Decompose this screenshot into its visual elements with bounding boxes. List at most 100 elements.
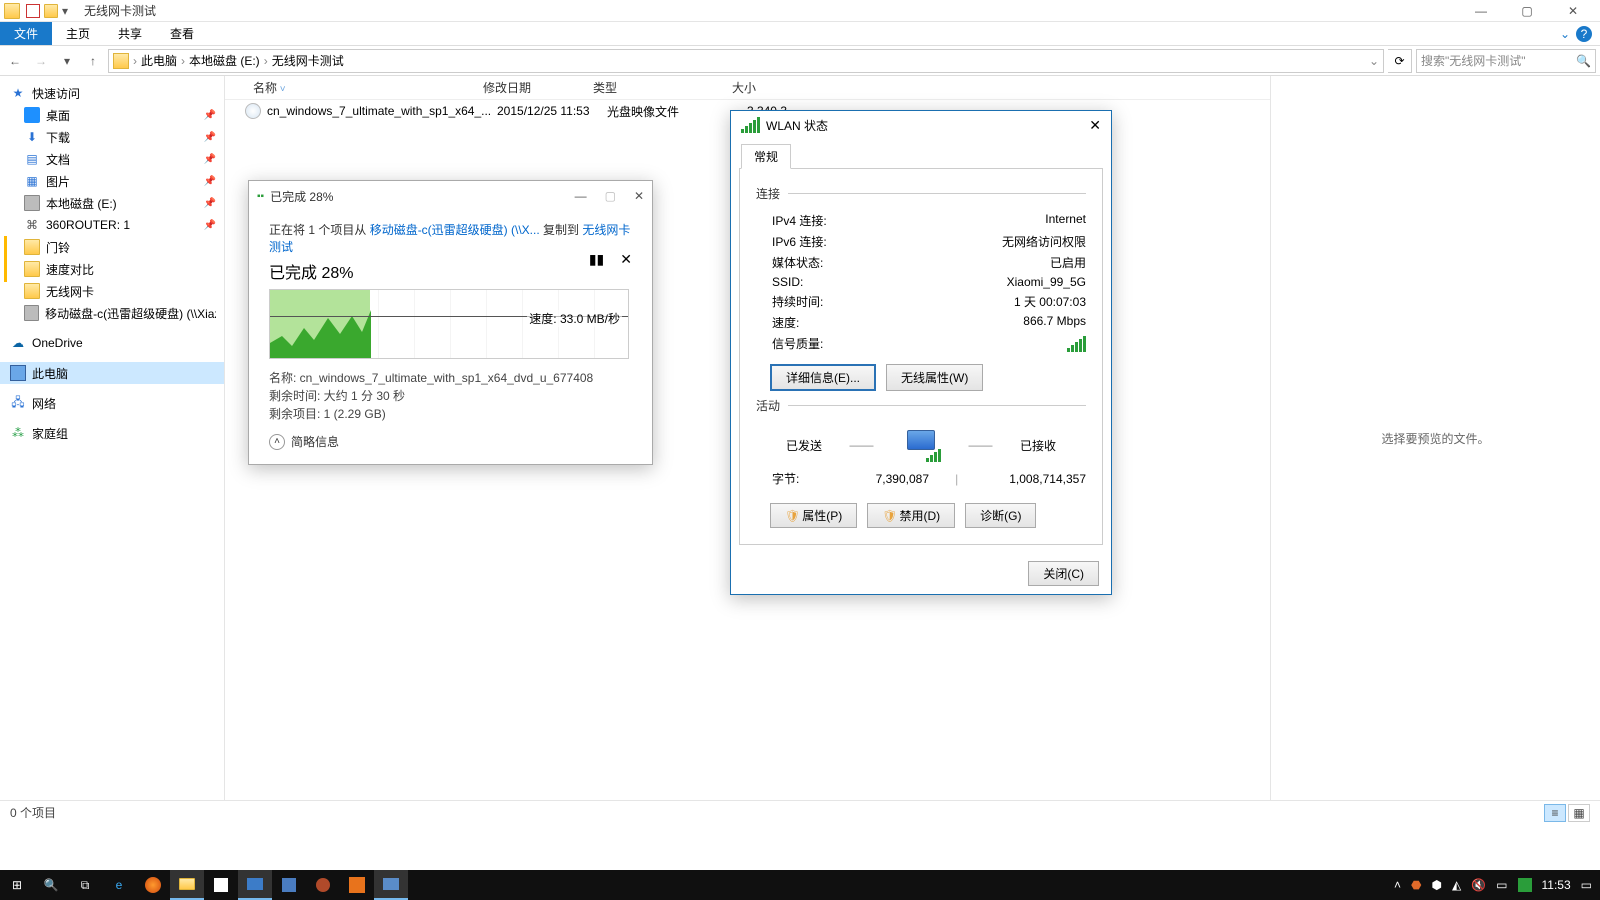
sidebar-this-pc[interactable]: 此电脑	[0, 362, 224, 384]
column-headers[interactable]: 名称 修改日期 类型 大小	[225, 76, 1270, 100]
col-date[interactable]: 修改日期	[475, 79, 585, 96]
taskbar-store[interactable]	[204, 870, 238, 900]
sidebar-item-wlcard[interactable]: 无线网卡	[0, 280, 224, 302]
tab-share[interactable]: 共享	[104, 22, 156, 45]
section-connection: 连接	[756, 185, 780, 202]
sidebar-item-compare[interactable]: 速度对比	[0, 258, 224, 280]
taskbar-edge[interactable]: e	[102, 870, 136, 900]
kv-label: 信号质量:	[772, 335, 823, 352]
sidebar-item-menling[interactable]: 门铃	[0, 236, 224, 258]
help-icon[interactable]: ?	[1576, 26, 1592, 42]
dlg-maximize-button[interactable]: ▢	[605, 189, 616, 203]
copy-icon: ▪▪	[257, 191, 264, 202]
taskbar-app[interactable]	[238, 870, 272, 900]
close-button[interactable]: 关闭(C)	[1028, 561, 1099, 586]
cancel-button[interactable]: ✕	[620, 251, 632, 268]
pause-button[interactable]: ▮▮	[589, 251, 604, 268]
recent-dropdown[interactable]: ▾	[56, 50, 78, 72]
tab-view[interactable]: 查看	[156, 22, 208, 45]
dlg-minimize-button[interactable]: —	[575, 189, 587, 203]
copy-progress-text: 已完成 28%	[269, 259, 632, 283]
tray-wifi-icon[interactable]: ◭	[1452, 878, 1461, 892]
taskbar-app[interactable]	[272, 870, 306, 900]
taskview-button[interactable]: ⧉	[68, 870, 102, 900]
breadcrumb-item[interactable]: 无线网卡测试	[272, 52, 344, 69]
window-titlebar: ▾ 无线网卡测试 — ▢ ✕	[0, 0, 1600, 22]
breadcrumb-item[interactable]: 本地磁盘 (E:)	[189, 52, 260, 69]
tab-file[interactable]: 文件	[0, 22, 52, 45]
sent-label: 已发送	[786, 437, 822, 454]
tray-ime-icon[interactable]: ▭	[1496, 878, 1507, 892]
taskbar-explorer[interactable]	[170, 870, 204, 900]
sidebar-item-router[interactable]: ⌘360ROUTER: 1📌	[0, 214, 224, 236]
tab-home[interactable]: 主页	[52, 22, 104, 45]
wireless-props-button[interactable]: 无线属性(W)	[886, 364, 983, 391]
forward-button[interactable]: →	[30, 50, 52, 72]
start-button[interactable]: ⊞	[0, 870, 34, 900]
search-input[interactable]: 搜索"无线网卡测试" 🔍	[1416, 49, 1596, 73]
speed-label: 速度: 33.0 MB/秒	[527, 310, 622, 327]
col-name[interactable]: 名称	[245, 79, 475, 96]
dash-icon: ——	[968, 438, 992, 452]
dlg-close-button[interactable]: ✕	[1089, 117, 1101, 134]
tray-icon[interactable]: ⬣	[1411, 878, 1421, 892]
qat-item[interactable]	[44, 4, 58, 18]
dlg-close-button[interactable]: ✕	[634, 189, 644, 203]
col-size[interactable]: 大小	[685, 79, 765, 96]
diagnose-button[interactable]: 诊断(G)	[965, 503, 1036, 528]
dash-icon: ——	[850, 438, 874, 452]
sidebar-item-local-e[interactable]: 本地磁盘 (E:)📌	[0, 192, 224, 214]
taskbar-firefox[interactable]	[136, 870, 170, 900]
sidebar-item-label: 下载	[46, 129, 70, 146]
sidebar-item-downloads[interactable]: ⬇下载📌	[0, 126, 224, 148]
sidebar-homegroup[interactable]: ⁂家庭组	[0, 422, 224, 444]
maximize-button[interactable]: ▢	[1504, 0, 1550, 22]
copy-src-link[interactable]: 移动磁盘-c(迅雷超级硬盘) (\\X...	[370, 223, 540, 237]
sidebar-item-label: OneDrive	[32, 336, 83, 350]
breadcrumb-item[interactable]: 此电脑	[141, 52, 177, 69]
activity-icon	[901, 428, 941, 462]
search-placeholder: 搜索"无线网卡测试"	[1421, 52, 1526, 69]
breadcrumb[interactable]: › 此电脑 › 本地磁盘 (E:) › 无线网卡测试 ⌄	[108, 49, 1384, 73]
section-activity: 活动	[756, 397, 780, 414]
sidebar-onedrive[interactable]: ☁OneDrive	[0, 332, 224, 354]
tray-volume-icon[interactable]: 🔇	[1471, 878, 1486, 892]
sidebar-item-mobile-disk[interactable]: 移动磁盘-c(迅雷超级硬盘) (\\Xiaza	[0, 302, 224, 324]
sidebar-item-desktop[interactable]: 桌面📌	[0, 104, 224, 126]
qat-item[interactable]	[26, 4, 40, 18]
up-button[interactable]: ↑	[82, 50, 104, 72]
kv-label: 持续时间:	[772, 293, 823, 310]
properties-button[interactable]: 🛡属性(P)	[770, 503, 857, 528]
breadcrumb-dropdown[interactable]: ⌄	[1369, 54, 1379, 68]
tray-icon[interactable]: ⬢	[1432, 878, 1442, 892]
taskbar-app[interactable]	[374, 870, 408, 900]
ribbon-caret-icon[interactable]: ⌄	[1560, 27, 1570, 41]
preview-text: 选择要预览的文件。	[1381, 430, 1489, 447]
taskbar-app[interactable]	[340, 870, 374, 900]
view-icons-button[interactable]: ▦	[1568, 804, 1590, 822]
tray-icon[interactable]	[1518, 878, 1532, 892]
taskbar-app[interactable]	[306, 870, 340, 900]
disable-button[interactable]: 🛡禁用(D)	[867, 503, 955, 528]
sidebar-network[interactable]: 🖧网络	[0, 392, 224, 414]
col-type[interactable]: 类型	[585, 79, 685, 96]
qat-dropdown[interactable]: ▾	[62, 4, 76, 18]
tab-general[interactable]: 常规	[741, 144, 791, 169]
view-details-button[interactable]: ≡	[1544, 804, 1566, 822]
close-button[interactable]: ✕	[1550, 0, 1596, 22]
breadcrumb-sep: ›	[264, 54, 268, 68]
search-button[interactable]: 🔍	[34, 870, 68, 900]
refresh-button[interactable]: ⟳	[1388, 49, 1412, 73]
pc-icon	[10, 365, 26, 381]
action-center-icon[interactable]: ▭	[1581, 878, 1592, 892]
back-button[interactable]: ←	[4, 50, 26, 72]
kv-value: 866.7 Mbps	[1023, 314, 1086, 331]
sidebar-item-pictures[interactable]: ▦图片📌	[0, 170, 224, 192]
sidebar-quick-access[interactable]: ★快速访问	[0, 82, 224, 104]
tray-overflow[interactable]: ˄	[1394, 878, 1401, 892]
clock[interactable]: 11:53	[1542, 878, 1571, 892]
details-button[interactable]: 详细信息(E)...	[770, 364, 876, 391]
fewer-details-button[interactable]: ˄ 简略信息	[269, 433, 632, 450]
sidebar-item-documents[interactable]: ▤文档📌	[0, 148, 224, 170]
minimize-button[interactable]: —	[1458, 0, 1504, 22]
